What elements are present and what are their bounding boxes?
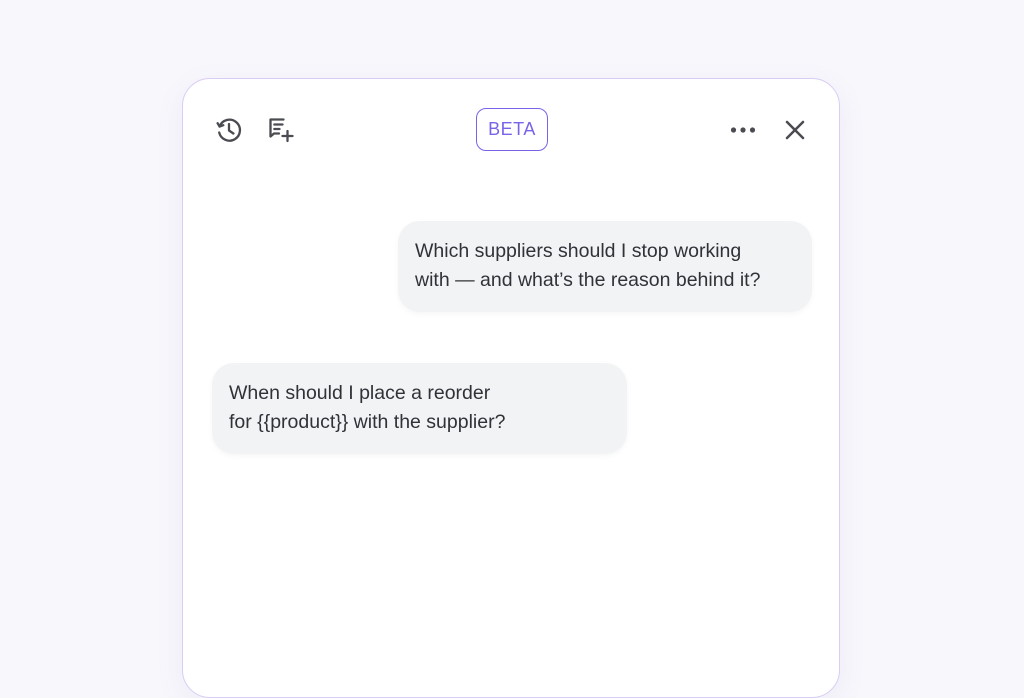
new-chat-icon	[266, 115, 296, 145]
message-text-line: for {{product}} with the supplier?	[229, 411, 506, 433]
chat-panel: BETA Which suppliers should I stop worki…	[182, 78, 840, 698]
message-text-line: Which suppliers should I stop working	[415, 240, 742, 262]
close-icon	[780, 115, 810, 145]
beta-badge: BETA	[476, 108, 548, 151]
message-text-line: When should I place a reorder	[229, 382, 491, 404]
suggested-question-bubble[interactable]: When should I place a reorder for {{prod…	[212, 363, 627, 454]
suggested-question-bubble[interactable]: Which suppliers should I stop working wi…	[398, 221, 812, 312]
history-icon	[214, 115, 244, 145]
more-options-button[interactable]	[725, 112, 761, 148]
new-chat-button[interactable]	[263, 112, 299, 148]
close-button[interactable]	[777, 112, 813, 148]
history-button[interactable]	[211, 112, 247, 148]
message-text-line: with — and what’s the reason behind it?	[415, 269, 761, 291]
more-horizontal-icon	[728, 115, 758, 145]
